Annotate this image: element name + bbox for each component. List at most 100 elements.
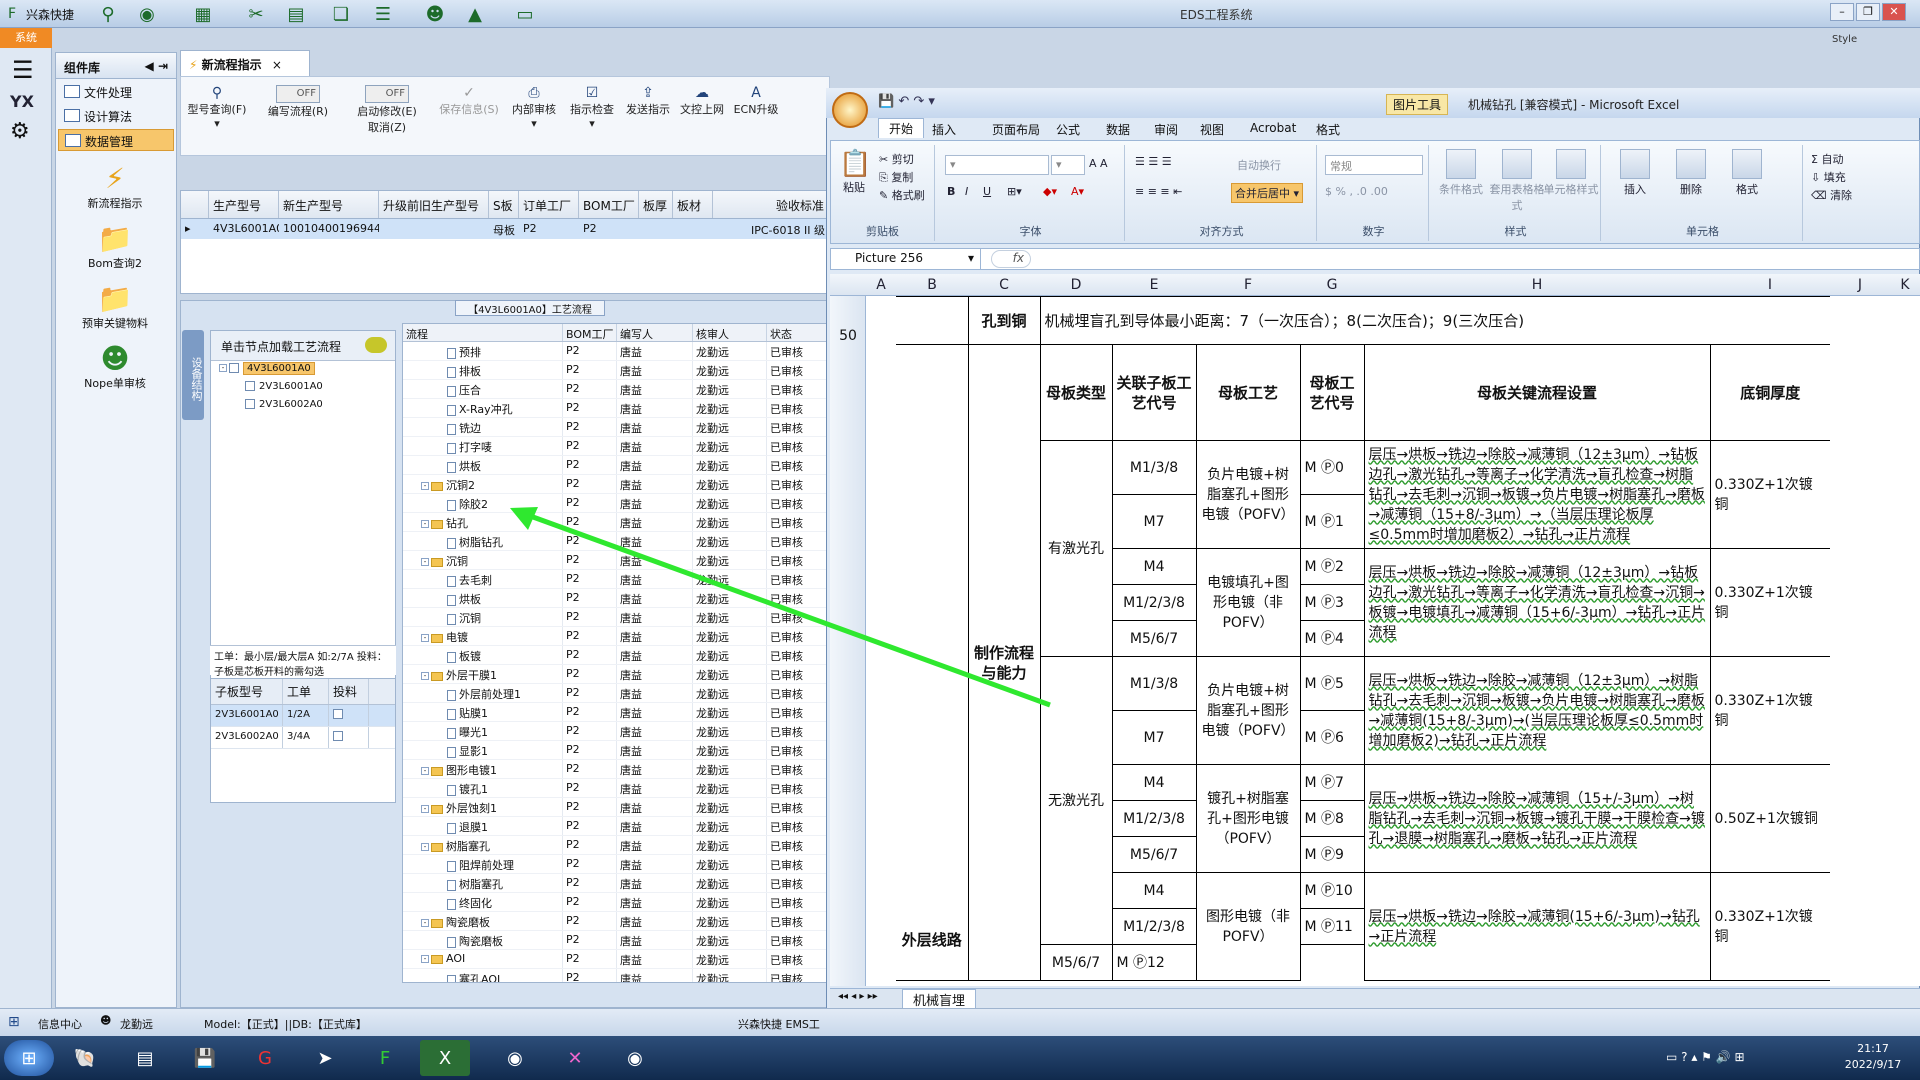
flow-row[interactable]: 排板 P2 唐益 龙勤远 已审核 [403,361,827,380]
doc-online-button[interactable]: ☁ 文控上网 [677,85,727,117]
device-structure-tab[interactable]: 设备结构 [182,330,204,420]
eds-app-icon[interactable]: F [360,1040,410,1076]
flow-step[interactable]: 塞孔AOI [403,969,563,982]
wrap-text-button[interactable]: 自动换行 [1237,157,1281,173]
cell[interactable]: M4 [1111,764,1197,801]
cut-button[interactable]: ✂ 剪切 [879,151,914,167]
list-icon[interactable]: ☰ [370,2,396,26]
ribbon-tab[interactable]: 视图 [1200,121,1224,138]
cell[interactable]: M Ⓟ11 [1299,908,1365,945]
clock[interactable]: 21:17 2022/9/17 [1828,1041,1918,1073]
film-icon[interactable]: ▤ [283,2,309,26]
ribbon-tab[interactable]: 开始 [878,118,925,138]
column-header[interactable]: 核审人 [693,324,767,341]
flow-step[interactable]: 压合 [403,380,563,398]
cell[interactable] [896,296,969,345]
minimize-button[interactable]: – [1830,3,1854,21]
collapse-icon[interactable]: - [421,919,429,927]
cell[interactable]: 2V3L6001A0 [211,705,283,726]
flow-step[interactable]: 打字唛 [403,437,563,455]
cell[interactable]: M7 [1111,494,1197,549]
insert-cells-button[interactable]: 插入 [1607,149,1663,197]
cell-style-button[interactable]: 单元格样式 [1543,149,1599,197]
write-flow-toggle[interactable]: OFF [276,85,320,103]
flow-row[interactable]: 终固化 P2 唐益 龙勤远 已审核 [403,893,827,912]
restore-button[interactable]: ❐ [1856,3,1880,21]
cell[interactable]: 2V3L6002A0 [211,727,283,748]
shell-icon[interactable]: 🐚 [60,1040,110,1076]
excel-app-icon[interactable]: X [420,1040,470,1076]
table-row[interactable]: ▸ 4V3L6001A0 10010400196944 母板 P2 P2 IPC… [181,219,829,239]
delete-cells-button[interactable]: 删除 [1663,149,1719,197]
align-left-icon[interactable]: ≡ ≡ ≡ ⇤ [1135,185,1182,198]
flow-step[interactable]: - 陶瓷磨板 [403,912,563,930]
flow-step[interactable]: 烘板 [403,589,563,607]
cell[interactable]: M Ⓟ4 [1299,620,1365,657]
column-header[interactable]: G [1300,277,1364,293]
flow-step[interactable]: 终固化 [403,893,563,911]
flow-row[interactable]: 树脂钻孔 P2 唐益 龙勤远 已审核 [403,532,827,551]
collapse-icon[interactable]: - [421,672,429,680]
flow-step[interactable]: - 沉铜2 [403,475,563,493]
column-header[interactable]: 板材 [673,191,713,218]
picture-tools-label[interactable]: 图片工具 [1386,94,1449,115]
bold-button[interactable]: B [947,185,955,198]
cell[interactable]: 镀孔+树脂塞孔+图形电镀（POFV） [1195,764,1301,873]
flow-row[interactable]: 贴膜1 P2 唐益 龙勤远 已审核 [403,703,827,722]
flow-step[interactable]: - 外层蚀刻1 [403,798,563,816]
flow-step[interactable]: - 电镀 [403,627,563,645]
cell[interactable]: 负片电镀+树脂塞孔+图形电镀（POFV） [1195,656,1301,765]
cell[interactable]: 3/4A [283,727,329,748]
cell[interactable]: M Ⓟ5 [1299,656,1365,711]
flow-row[interactable]: - 沉铜2 P2 唐益 龙勤远 已审核 [403,475,827,494]
cell[interactable]: 电镀填孔+图形电镀（非POFV） [1195,548,1301,657]
flow-row[interactable]: 陶瓷磨板 P2 唐益 龙勤远 已审核 [403,931,827,950]
font-color-icon[interactable]: A▾ [1071,185,1084,198]
flow-step[interactable]: 去毛刺 [403,570,563,588]
grid-icon[interactable]: ▦ [190,2,216,26]
format-painter-button[interactable]: ✎ 格式刷 [879,187,925,203]
column-header[interactable]: B [896,277,968,293]
collapse-icon[interactable]: - [421,955,429,963]
cell[interactable]: 0.50Z+1次镀铜 [1709,764,1830,873]
cell-no-laser-group[interactable]: 无激光孔 [1039,656,1113,945]
paste-button[interactable]: 📋 粘贴 [839,149,871,195]
cell[interactable]: M1/3/8 [1111,656,1197,711]
start-edit-toggle[interactable]: OFF [365,85,409,103]
align-top-icon[interactable]: ☰ ☰ ☰ [1135,155,1172,168]
flow-step[interactable]: 树脂钻孔 [403,532,563,550]
tools-icon[interactable]: ⚙ [10,119,41,144]
fx-icon[interactable]: fx [991,250,1031,268]
table-row[interactable]: 2V3L6001A0 1/2A [211,705,395,727]
cell[interactable]: 0.330Z+1次镀铜 [1709,656,1830,765]
cell[interactable]: 层压→烘板→铣边→除胶→减薄铜（12±3μm）→钻板边孔→激光钻孔→等离子→化学… [1363,440,1711,549]
flow-row[interactable]: - 外层干膜1 P2 唐益 龙勤远 已审核 [403,665,827,684]
cell[interactable]: M1/3/8 [1111,440,1197,495]
cell-outer-layer[interactable]: 外层线路 [896,344,969,981]
border-icon[interactable]: ⊞▾ [1007,185,1022,198]
yx-logo-icon[interactable]: YX [10,92,41,111]
arrow-app-icon[interactable]: ➤ [300,1040,350,1076]
conditional-format-button[interactable]: 条件格式 [1433,149,1489,197]
collapse-icon[interactable]: - [421,767,429,775]
clear-button[interactable]: ⌫ 清除 [1811,187,1852,203]
flow-row[interactable]: - 外层蚀刻1 P2 唐益 龙勤远 已审核 [403,798,827,817]
close-button[interactable]: ✕ [1882,3,1906,21]
header-cell[interactable]: 底铜厚度 [1709,344,1830,441]
close-tab-icon[interactable]: × [272,58,282,72]
cell[interactable]: M Ⓟ12 [1111,944,1197,981]
table-row[interactable]: 孔到铜 机械埋盲孔到导体最小距离：7（一次压合）；8(二次压合)；9(三次压合) [896,296,1830,345]
eye-app-icon-2[interactable]: ◉ [610,1040,660,1076]
cell[interactable]: 4V3L6001A0 [209,219,279,239]
flow-step[interactable]: - 树脂塞孔 [403,836,563,854]
nav-design-algorithm[interactable]: 设计算法 [58,105,174,127]
ribbon-tab[interactable]: 插入 [932,121,956,138]
copy-icon[interactable]: ❏ [328,2,354,26]
italic-button[interactable]: I [965,185,968,198]
tree-checkbox[interactable] [229,363,239,373]
column-header[interactable]: D [1040,277,1112,293]
cell[interactable]: 10010400196944 [279,219,379,239]
column-header[interactable]: H [1364,277,1710,293]
flow-row[interactable]: - 钻孔 P2 唐益 龙勤远 已审核 [403,513,827,532]
column-header[interactable]: 工单 [283,679,329,704]
